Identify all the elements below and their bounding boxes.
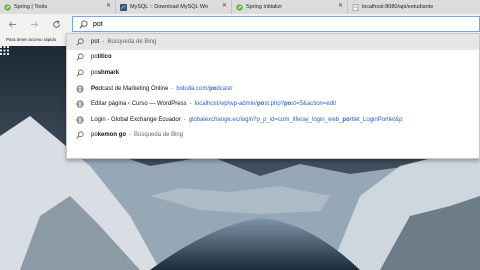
tab-spring-initializr[interactable]: Spring Initializr ✕ bbox=[232, 0, 348, 14]
separator: - bbox=[102, 38, 105, 45]
suggestion-item[interactable]: pot - Búsqueda de Bing bbox=[67, 34, 479, 50]
separator: - bbox=[129, 132, 132, 139]
suggestion-prefix: po bbox=[91, 132, 98, 139]
tab-mysql[interactable]: MySQL :: Download MySQL Wo ✕ bbox=[116, 0, 232, 14]
suggestion-completion: kemon go bbox=[97, 132, 127, 139]
globe-icon bbox=[76, 85, 84, 93]
suggestion-item[interactable]: po kemon go - Búsqueda de Bing bbox=[67, 128, 479, 144]
tab-label: MySQL :: Download MySQL Wo bbox=[130, 4, 209, 10]
suggestion-url: localhost/wp/wp-admin/post.php?post=5&ac… bbox=[194, 101, 337, 108]
suggestion-item[interactable]: Login - Global Exchange Ecuador - global… bbox=[67, 112, 479, 128]
search-icon bbox=[76, 53, 84, 61]
suggestion-item[interactable]: po lítico bbox=[67, 50, 479, 66]
spring-leaf-icon bbox=[236, 3, 243, 11]
suggestion-completion: lítico bbox=[97, 54, 112, 61]
separator: - bbox=[171, 85, 174, 92]
close-icon[interactable]: ✕ bbox=[222, 3, 227, 10]
suggestion-url: boluda.com/podcast/ bbox=[176, 85, 233, 92]
suggestion-match: Po bbox=[91, 85, 99, 92]
search-icon bbox=[76, 38, 84, 46]
search-icon bbox=[76, 131, 84, 139]
globe-icon bbox=[76, 116, 84, 124]
address-input[interactable] bbox=[93, 20, 213, 28]
navigation-bar bbox=[0, 14, 480, 34]
suggestion-title: Editar página ‹ Curso — WordPress bbox=[91, 101, 187, 108]
suggestion-source: Búsqueda de Bing bbox=[134, 132, 184, 139]
close-icon[interactable]: ✕ bbox=[106, 3, 111, 10]
back-arrow-icon bbox=[8, 20, 16, 28]
address-bar[interactable] bbox=[72, 16, 480, 32]
spring-leaf-icon bbox=[4, 3, 11, 11]
suggestion-item[interactable]: po shmark bbox=[67, 65, 479, 81]
suggestions-dropdown: pot - Búsqueda de Bing po lítico po shmark… bbox=[66, 33, 480, 159]
tab-label: Spring Initializr bbox=[246, 4, 283, 10]
mysql-icon bbox=[120, 3, 127, 11]
suggestion-url: globalexchange.ec/login?p_p_id=com_lifer… bbox=[188, 116, 403, 123]
tab-label: localhost:8080/api/estudiante bbox=[362, 4, 434, 10]
suggestion-title: Login - Global Exchange Ecuador bbox=[91, 116, 181, 123]
suggestion-source: Búsqueda de Bing bbox=[107, 38, 157, 45]
tab-spring-tools[interactable]: Spring | Tools ✕ bbox=[0, 0, 116, 14]
globe-icon bbox=[76, 100, 84, 108]
refresh-button[interactable] bbox=[50, 18, 62, 30]
apps-grid-icon[interactable] bbox=[0, 46, 9, 55]
tab-strip: Spring | Tools ✕ MySQL :: Download MySQL… bbox=[0, 0, 480, 14]
suggestion-prefix: po bbox=[91, 69, 98, 76]
forward-arrow-icon bbox=[30, 20, 38, 28]
search-icon bbox=[76, 69, 84, 77]
tab-localhost[interactable]: localhost:8080/api/estudiante bbox=[348, 0, 480, 14]
suggestion-item[interactable]: Editar página ‹ Curso — WordPress - loca… bbox=[67, 96, 479, 112]
back-button[interactable] bbox=[6, 18, 18, 30]
suggestion-title: dcast de Marketing Online bbox=[98, 85, 169, 92]
refresh-icon bbox=[52, 19, 60, 28]
suggestion-item[interactable]: Po dcast de Marketing Online - boluda.com… bbox=[67, 81, 479, 97]
forward-button[interactable] bbox=[28, 18, 40, 30]
suggestion-prefix: po bbox=[91, 54, 98, 61]
search-icon bbox=[79, 19, 88, 28]
suggestion-completion: shmark bbox=[97, 69, 120, 76]
favorites-hint: Para tener acceso rápido bbox=[6, 37, 57, 42]
separator: - bbox=[183, 116, 186, 123]
close-icon[interactable]: ✕ bbox=[338, 3, 343, 10]
separator: - bbox=[189, 101, 192, 108]
suggestion-text: pot bbox=[91, 38, 100, 45]
page-icon bbox=[352, 3, 359, 11]
tab-label: Spring | Tools bbox=[14, 4, 48, 10]
